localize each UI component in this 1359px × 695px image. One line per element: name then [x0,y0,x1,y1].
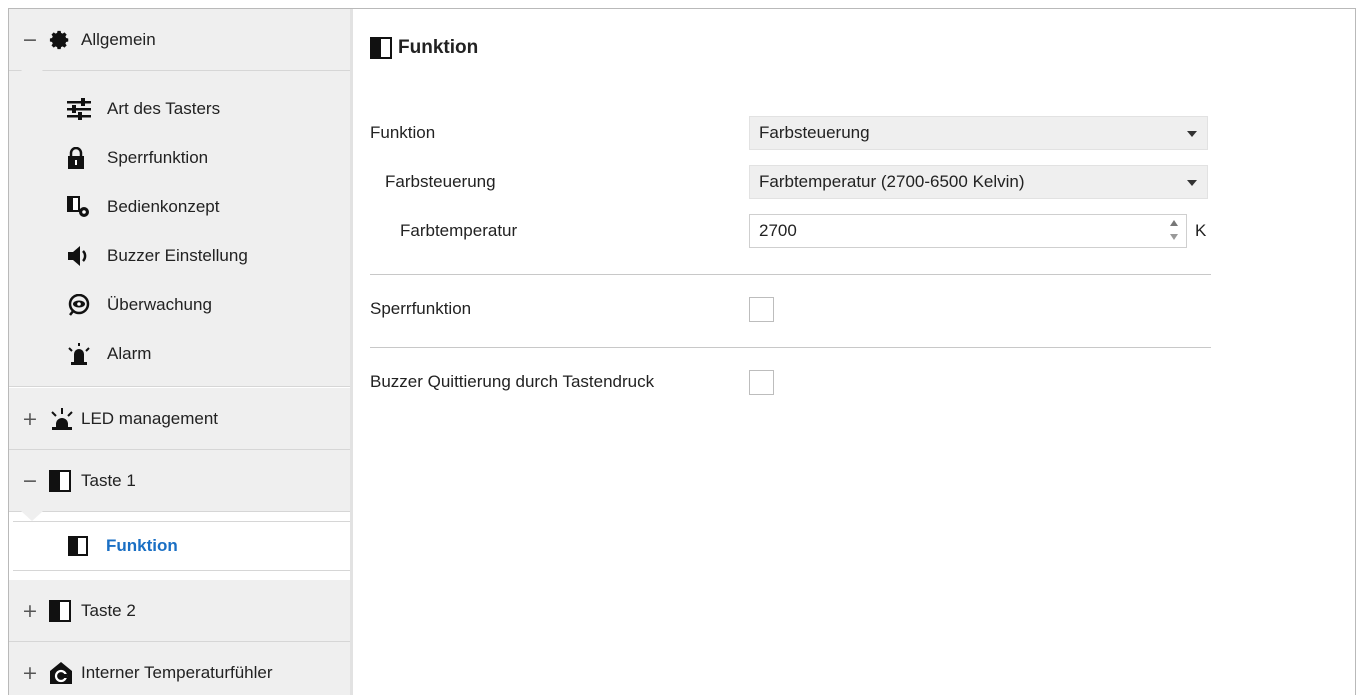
sidebar-item-bedienkonzept[interactable]: Bedienkonzept [67,193,219,221]
sidebar-group-allgemein[interactable]: − Allgemein [9,9,350,71]
sidebar-group-label: LED management [81,408,219,428]
sidebar-group-interner-temperaturfuehler[interactable]: + Interner Temperaturfühler [9,642,350,695]
farbtemperatur-input[interactable]: 2700 [749,214,1187,248]
farbsteuerung-select[interactable]: Farbtemperatur (2700-6500 Kelvin) [749,165,1208,199]
chevron-down-icon [1187,131,1197,137]
unit-label: K [1195,221,1207,240]
row-farbtemperatur: Farbtemperatur 2700 K [370,214,1210,248]
sidebar-item-label: Sperrfunktion [107,148,209,167]
concept-gear-icon [67,196,107,218]
eye-icon [67,294,107,316]
sidebar-group-label: Interner Temperaturfühler [81,662,273,682]
sidebar-allgemein-items: Art des Tasters Sperrfunktion Bedienkonz… [9,70,350,387]
spinner-down-icon[interactable] [1170,234,1178,240]
page-icon [370,37,392,59]
divider [370,274,1211,275]
buzzer-quittierung-checkbox[interactable] [749,369,774,395]
select-value: Farbsteuerung [759,123,870,142]
chevron-down-icon [1187,180,1197,186]
sidebar-group-led-management[interactable]: + LED management [9,388,350,450]
field-label: Buzzer Quittierung durch Tastendruck [370,372,655,391]
expand-notch [21,70,43,80]
field-label: Farbtemperatur [400,221,518,240]
sidebar-group-label: Taste 2 [81,600,136,620]
alarm-icon [67,343,107,365]
sidebar-item-label: Überwachung [107,295,212,314]
expand-toggle[interactable]: + [9,408,49,430]
field-label: Farbsteuerung [385,172,496,191]
led-icon [49,407,81,431]
page-title-label: Funktion [398,37,479,58]
sidebar-group-taste-1[interactable]: − Taste 1 [9,450,350,512]
page-icon [68,536,106,556]
row-farbsteuerung: Farbsteuerung Farbtemperatur (2700-6500 … [370,165,1210,199]
sidebar-item-label: Funktion [106,536,178,555]
sidebar-item-label: Alarm [107,344,152,363]
sidebar-item-label: Art des Tasters [107,99,221,118]
speaker-icon [67,245,107,267]
sidebar: − Allgemein Art des Tasters Sperrfunktio… [9,9,353,695]
funktion-select[interactable]: Farbsteuerung [749,116,1208,150]
expand-toggle[interactable]: + [9,600,49,622]
page-icon [49,469,81,493]
sidebar-item-art-des-tasters[interactable]: Art des Tasters [67,95,220,123]
row-funktion: Funktion Farbsteuerung [370,116,1210,150]
sidebar-group-label: Taste 1 [81,470,136,490]
sidebar-group-label: Allgemein [81,29,156,49]
sperrfunktion-checkbox[interactable] [749,296,774,322]
row-buzzer-quittierung: Buzzer Quittierung durch Tastendruck [370,365,1210,399]
sidebar-group-taste-2[interactable]: + Taste 2 [9,580,350,642]
page-icon [49,599,81,623]
sidebar-item-ueberwachung[interactable]: Überwachung [67,291,212,319]
gear-icon [49,28,81,52]
select-value: Farbtemperatur (2700-6500 Kelvin) [759,172,1025,191]
sidebar-item-funktion[interactable]: Funktion [13,521,353,571]
collapse-toggle[interactable]: − [9,29,49,51]
expand-toggle[interactable]: + [9,662,49,684]
sidebar-item-buzzer-einstellung[interactable]: Buzzer Einstellung [67,242,248,270]
sidebar-item-label: Buzzer Einstellung [107,246,248,265]
field-label: Sperrfunktion [370,299,472,318]
lock-icon [67,147,107,169]
row-sperrfunktion: Sperrfunktion [370,292,1210,326]
expand-notch [21,511,43,521]
sidebar-item-label: Bedienkonzept [107,197,220,216]
number-spinner[interactable] [1170,220,1180,242]
sliders-icon [67,98,107,120]
main-panel: Funktion Funktion Farbsteuerung Farbsteu… [353,9,1355,695]
sidebar-item-sperrfunktion[interactable]: Sperrfunktion [67,144,208,172]
divider [370,347,1211,348]
collapse-toggle[interactable]: − [9,470,49,492]
page-title: Funktion [370,37,478,59]
spinner-up-icon[interactable] [1170,220,1178,226]
input-value: 2700 [759,221,797,240]
sidebar-item-alarm[interactable]: Alarm [67,340,151,368]
house-temperature-icon [49,661,81,685]
field-label: Funktion [370,123,436,142]
